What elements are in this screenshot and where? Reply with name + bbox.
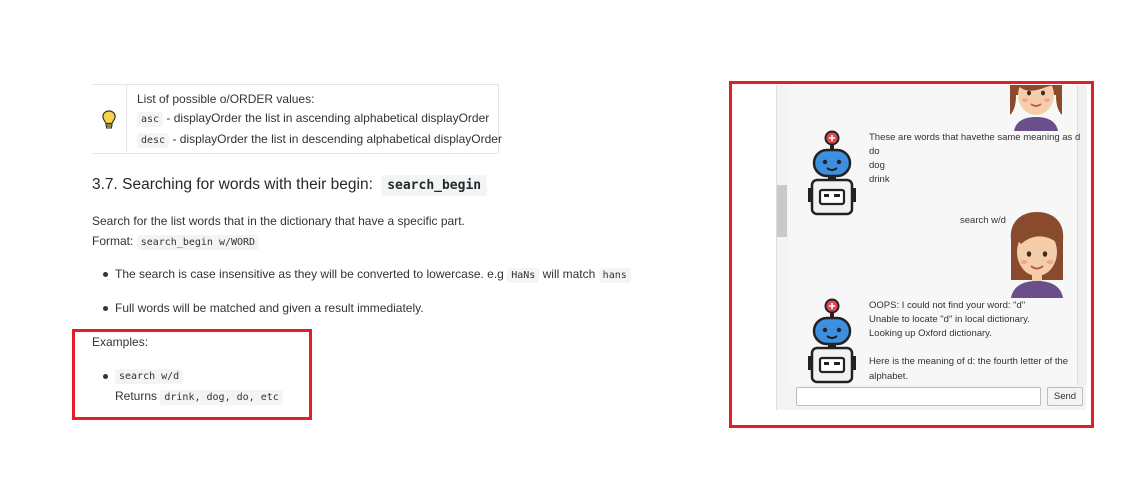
tip-desc-line: desc - displayOrder the list in descendi… bbox=[137, 132, 502, 148]
highlight-box-examples bbox=[72, 329, 312, 420]
bullet-1-code-hans-upper: HaNs bbox=[507, 268, 540, 283]
asc-text: - displayOrder the list in ascending alp… bbox=[166, 111, 490, 125]
desc-text: - displayOrder the list in descending al… bbox=[172, 132, 502, 146]
bullet-1-mid: will match bbox=[542, 267, 596, 281]
section-heading-text: 3.7. Searching for words with their begi… bbox=[92, 176, 373, 193]
tip-intro: List of possible o/ORDER values: bbox=[137, 92, 315, 106]
bullet-dot bbox=[103, 306, 108, 311]
section-heading: 3.7. Searching for words with their begi… bbox=[92, 175, 488, 196]
bullet-1-text: The search is case insensitive as they w… bbox=[115, 267, 504, 281]
format-code: search_begin w/WORD bbox=[136, 235, 260, 250]
tip-asc-line: asc - displayOrder the list in ascending… bbox=[137, 111, 490, 127]
section-heading-code: search_begin bbox=[381, 175, 488, 196]
description: Search for the list words that in the di… bbox=[92, 214, 465, 228]
lightbulb-icon bbox=[100, 109, 118, 131]
highlight-box-chat bbox=[729, 81, 1094, 428]
format-label: Format: bbox=[92, 234, 134, 248]
format-line: Format: search_begin w/WORD bbox=[92, 234, 260, 250]
bullet-case-insensitive: The search is case insensitive as they w… bbox=[115, 267, 631, 283]
bullet-dot bbox=[103, 272, 108, 277]
bullet-1-code-hans-lower: hans bbox=[598, 268, 631, 283]
tip-divider bbox=[126, 84, 127, 152]
asc-code: asc bbox=[137, 112, 164, 127]
bullet-full-words: Full words will be matched and given a r… bbox=[115, 301, 424, 315]
desc-code: desc bbox=[137, 133, 170, 148]
